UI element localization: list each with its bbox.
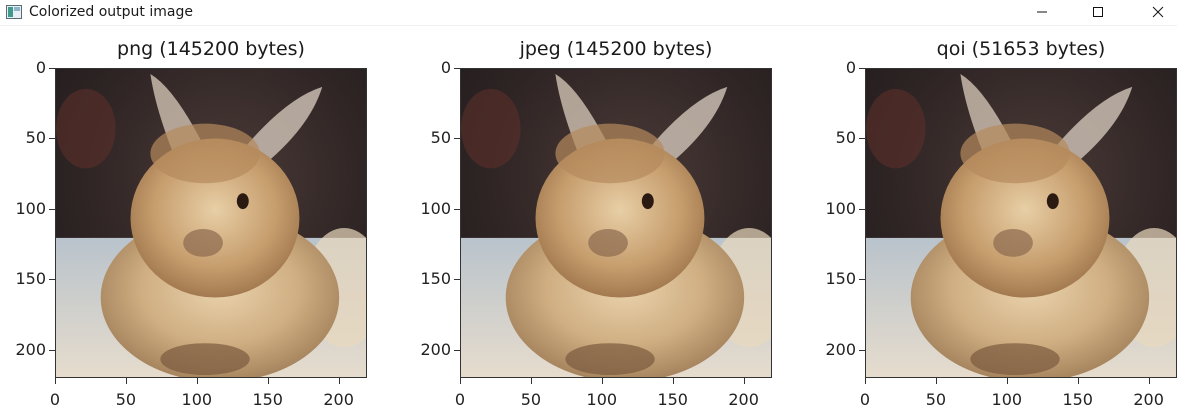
- x-tick-label: 100: [991, 390, 1023, 409]
- x-tick-mark: [601, 378, 603, 384]
- y-tick-mark: [454, 138, 460, 140]
- y-tick-mark: [49, 279, 55, 281]
- y-tick-mark: [859, 349, 865, 351]
- y-tick-label: 150: [825, 269, 856, 289]
- x-tick-mark: [1148, 378, 1150, 384]
- y-tick-mark: [49, 349, 55, 351]
- panel-title: qoi (51653 bytes): [936, 38, 1106, 60]
- close-icon: [1152, 6, 1164, 18]
- y-tick-label: 200: [15, 339, 46, 359]
- window-title-bar: Colorized output image: [0, 0, 1177, 26]
- y-tick-label: 50: [835, 128, 856, 148]
- x-tick-label: 50: [115, 390, 137, 409]
- y-tick-label: 150: [15, 269, 46, 289]
- y-tick-mark: [49, 68, 55, 69]
- y-tick-mark: [454, 208, 460, 210]
- image-panel: qoi (51653 bytes) 0 50 100 150 200 0 50 …: [810, 26, 1177, 412]
- x-tick-label: 0: [859, 390, 871, 409]
- x-tick-mark: [935, 378, 937, 384]
- image-axes: [865, 68, 1177, 378]
- x-tick-label: 200: [323, 390, 354, 409]
- y-tick-label: 50: [430, 128, 451, 148]
- x-tick-mark: [1077, 378, 1079, 384]
- panel-title: png (145200 bytes): [117, 38, 305, 60]
- y-tick-mark: [454, 279, 460, 281]
- maximize-icon: [1093, 7, 1103, 17]
- y-tick-mark: [49, 208, 55, 210]
- image-window-icon: [6, 5, 22, 19]
- x-tick-label: 50: [925, 390, 947, 409]
- y-tick-label: 0: [35, 58, 46, 77]
- y-tick-mark: [859, 208, 865, 210]
- x-tick-label: 100: [586, 390, 618, 409]
- x-tick-label: 50: [520, 390, 542, 409]
- image-axes: [460, 68, 772, 378]
- close-button[interactable]: [1135, 0, 1177, 24]
- y-tick-label: 100: [15, 198, 46, 218]
- x-tick-mark: [338, 378, 340, 384]
- y-tick-mark: [454, 349, 460, 351]
- y-tick-label: 100: [825, 198, 856, 218]
- image-panel: png (145200 bytes) 0 50 100 150 200 0 50…: [0, 26, 370, 412]
- rabbit-image: [866, 69, 1176, 377]
- x-tick-label: 0: [49, 390, 61, 409]
- x-tick-label: 0: [454, 390, 466, 409]
- x-tick-mark: [267, 378, 269, 384]
- x-tick-mark: [672, 378, 674, 384]
- image-axes: [55, 68, 367, 378]
- x-tick-mark: [196, 378, 198, 384]
- y-tick-label: 200: [825, 339, 856, 359]
- minimize-icon: [1037, 11, 1047, 13]
- x-tick-label: 150: [1062, 390, 1093, 409]
- x-tick-mark: [460, 378, 461, 384]
- y-tick-mark: [859, 68, 865, 69]
- x-tick-mark: [125, 378, 127, 384]
- panel-title: jpeg (145200 bytes): [519, 38, 713, 60]
- minimize-button[interactable]: [1019, 0, 1065, 24]
- y-tick-mark: [859, 279, 865, 281]
- y-tick-label: 200: [420, 339, 451, 359]
- y-tick-label: 0: [845, 58, 856, 77]
- y-tick-mark: [49, 138, 55, 140]
- x-tick-label: 150: [252, 390, 283, 409]
- x-tick-mark: [55, 378, 56, 384]
- y-tick-mark: [454, 68, 460, 69]
- window-title: Colorized output image: [29, 4, 193, 20]
- y-tick-label: 150: [420, 269, 451, 289]
- matplotlib-figure: png (145200 bytes) 0 50 100 150 200 0 50…: [0, 26, 1177, 412]
- x-tick-mark: [743, 378, 745, 384]
- x-tick-mark: [865, 378, 866, 384]
- image-panel: jpeg (145200 bytes) 0 50 100 150 200 0 5…: [405, 26, 775, 412]
- x-tick-mark: [1006, 378, 1008, 384]
- x-tick-label: 200: [728, 390, 759, 409]
- x-tick-label: 150: [657, 390, 688, 409]
- rabbit-image: [461, 69, 771, 377]
- x-tick-label: 100: [181, 390, 213, 409]
- y-tick-mark: [859, 138, 865, 140]
- y-tick-label: 100: [420, 198, 451, 218]
- rabbit-image: [56, 69, 366, 377]
- y-tick-label: 50: [25, 128, 46, 148]
- x-tick-mark: [530, 378, 532, 384]
- maximize-button[interactable]: [1075, 0, 1121, 24]
- y-tick-label: 0: [440, 58, 451, 77]
- x-tick-label: 200: [1133, 390, 1164, 409]
